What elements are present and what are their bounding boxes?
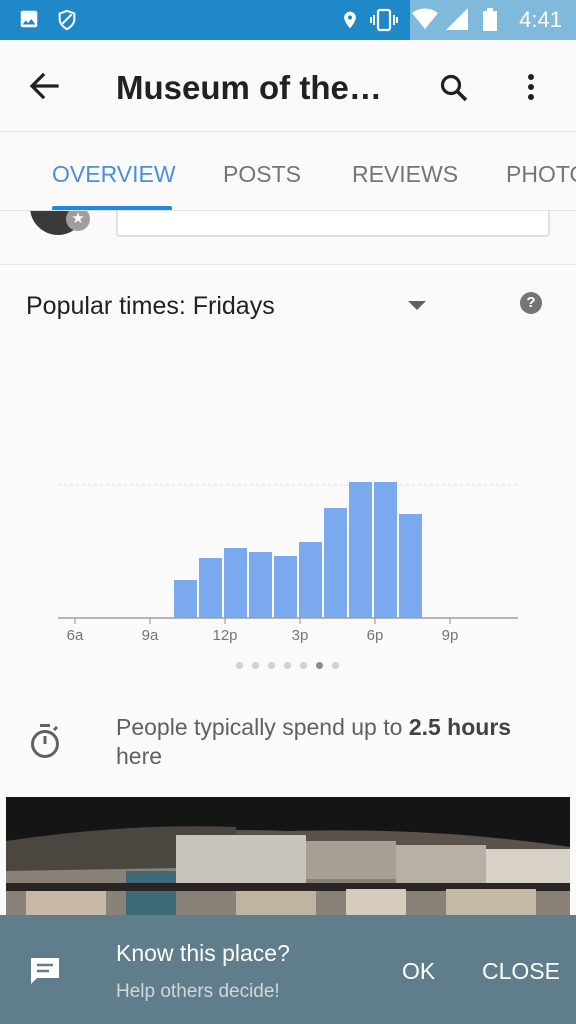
duration-suffix: here	[116, 743, 163, 769]
chart-page-indicator	[236, 660, 346, 670]
back-arrow-icon[interactable]	[24, 66, 64, 106]
star-badge-icon: ★	[66, 211, 90, 231]
arrow-drop-down-icon[interactable]	[406, 298, 428, 312]
chart-bar-12p[interactable]	[224, 548, 247, 618]
location-icon	[344, 11, 356, 29]
museum-interior-image	[6, 797, 570, 915]
chart-tick-label: 6a	[67, 627, 84, 644]
snackbar-title: Know this place?	[116, 940, 290, 966]
tab-posts[interactable]: POSTS	[223, 161, 301, 188]
page-dot	[268, 662, 275, 669]
image-icon	[20, 10, 38, 28]
page-dot	[252, 662, 259, 669]
chart-tick-label: 9a	[142, 627, 159, 644]
chart-tick-label: 9p	[442, 627, 459, 644]
vibrate-icon	[370, 8, 398, 32]
tab-bar: OVERVIEW POSTS REVIEWS PHOTOS	[0, 133, 576, 211]
chart-bar-2p[interactable]	[274, 556, 297, 618]
clock: 4:41	[519, 7, 562, 32]
duration-value: 2.5 hours	[408, 714, 512, 740]
page-dot	[236, 662, 243, 669]
review-prompt-partial: ★	[0, 211, 576, 265]
tab-reviews[interactable]: REVIEWS	[352, 161, 458, 188]
chart-bar-11a[interactable]	[199, 558, 222, 618]
review-input-box[interactable]	[116, 211, 550, 237]
vpn-icon	[58, 9, 76, 31]
chart-tick-label: 3p	[292, 627, 309, 644]
chart-tick-label: 12p	[212, 627, 237, 644]
tab-photos[interactable]: PHOTOS	[506, 161, 576, 188]
popular-times-title[interactable]: Popular times: Fridays	[26, 292, 275, 321]
page-dot	[332, 662, 339, 669]
status-bar: 4:41	[0, 0, 576, 40]
visit-duration-text: People typically spend up to 2.5 hours h…	[116, 713, 546, 771]
popular-times-chart[interactable]: 6a 9a 12p 3p 6p 9p	[0, 330, 576, 650]
chart-tick-label: 6p	[367, 627, 384, 644]
close-button[interactable]: CLOSE	[482, 958, 560, 985]
timer-icon	[31, 724, 59, 758]
ok-button[interactable]: OK	[402, 958, 435, 985]
chart-bar-6p[interactable]	[374, 482, 397, 618]
page-title: Museum of the…	[116, 69, 382, 106]
duration-prefix: People typically spend up to	[116, 714, 409, 740]
tab-overview[interactable]: OVERVIEW	[52, 161, 176, 188]
more-vert-icon[interactable]	[512, 68, 552, 108]
snackbar-subtitle: Help others decide!	[116, 981, 280, 1002]
app-bar: Museum of the…	[0, 40, 576, 132]
page-dot	[284, 662, 291, 669]
help-icon[interactable]: ?	[520, 292, 542, 314]
chart-bar-7p[interactable]	[399, 514, 422, 618]
signal-icon	[446, 8, 468, 30]
place-photo[interactable]	[6, 797, 570, 915]
chart-bar-1p[interactable]	[249, 552, 272, 618]
battery-icon	[483, 8, 497, 31]
chart-bar-3p[interactable]	[299, 542, 322, 618]
chart-bar-4p[interactable]	[324, 508, 347, 618]
page-dot	[300, 662, 307, 669]
chart-bar-5p[interactable]	[349, 482, 372, 618]
page-dot	[316, 662, 323, 669]
snackbar: Know this place? Help others decide! OK …	[0, 915, 576, 1024]
search-icon[interactable]	[434, 68, 474, 108]
chat-icon	[31, 958, 59, 984]
wifi-icon	[412, 8, 438, 29]
chart-bar-10a[interactable]	[174, 580, 197, 618]
